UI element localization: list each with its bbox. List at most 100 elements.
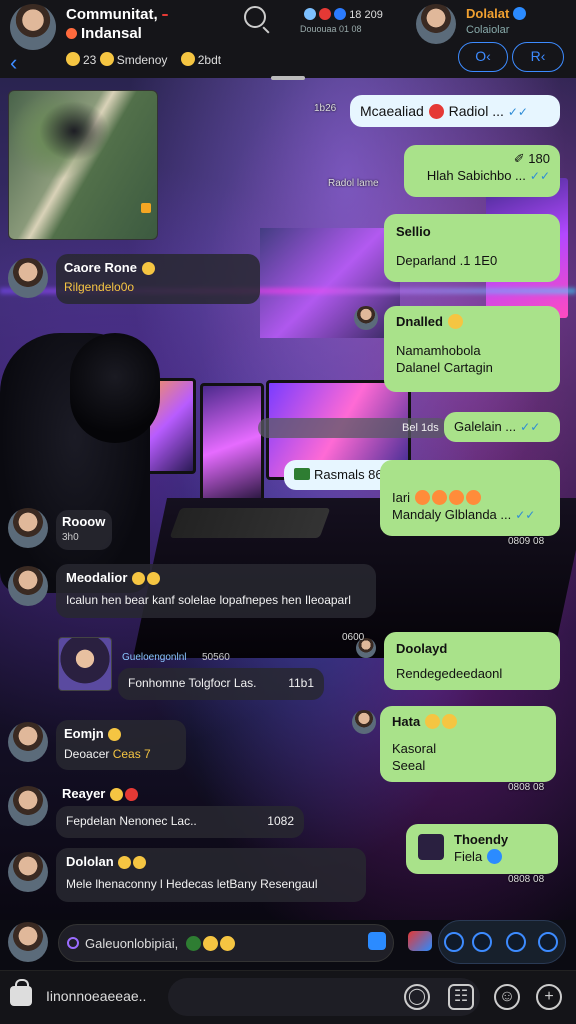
sticker-icon <box>67 937 79 949</box>
bottom-input[interactable] <box>168 978 480 1016</box>
video-button[interactable]: R‹ <box>512 42 564 72</box>
read-check-icon: ✓✓ <box>515 507 536 522</box>
message-time: Radol lame <box>328 178 379 189</box>
emoji-icon <box>447 314 463 329</box>
shared-photo-thumbnail[interactable] <box>58 637 112 691</box>
emoji-picker-icon[interactable]: ☺ <box>494 984 520 1010</box>
user-avatar[interactable] <box>8 922 48 962</box>
sender-avatar[interactable] <box>8 508 48 548</box>
sender-avatar-small <box>354 306 378 330</box>
message-time: 0600 <box>342 632 365 643</box>
record-icon[interactable]: ◯ <box>404 984 430 1010</box>
alert-icon <box>319 8 332 20</box>
emoji-icon <box>108 728 122 741</box>
robot-figure <box>39 101 109 161</box>
keyboard <box>169 508 331 538</box>
sender-avatar[interactable] <box>8 786 48 826</box>
globe-icon <box>304 8 316 20</box>
attach-icon[interactable] <box>444 932 464 952</box>
sender-avatar[interactable] <box>8 566 48 606</box>
emoji-icon <box>185 936 201 951</box>
message-bubble-outgoing[interactable]: Iari Mandaly Glblanda ... ✓✓ <box>380 460 560 536</box>
read-check-icon: ✓✓ <box>507 105 528 119</box>
emoji-icon <box>180 52 195 66</box>
call-button[interactable]: O‹ <box>458 42 508 72</box>
message-bubble-incoming[interactable]: Fonhomne Tolgfocr Las. 11b1 <box>118 668 324 700</box>
message-bubble-outgoing[interactable]: Mcaealiad Radiol ... ✓✓ <box>350 95 560 127</box>
emoji-icon <box>132 572 146 585</box>
wall-poster <box>260 228 400 338</box>
message-time: 0809 08 <box>508 536 545 547</box>
emoji-icon <box>431 490 447 505</box>
title-badge <box>161 14 168 17</box>
location-icon[interactable] <box>472 932 492 952</box>
sender-avatar-small <box>352 710 376 734</box>
gif-icon[interactable] <box>408 931 432 951</box>
chat-header: Communitat, Indansal ‹ 23 Smdenoy 2bdt 1… <box>0 0 576 80</box>
message-bubble-incoming[interactable]: Rooow 3h0 <box>56 510 112 550</box>
sender-avatar[interactable] <box>8 722 48 762</box>
group-icon <box>334 8 347 20</box>
message-bubble-outgoing[interactable]: Dnalled Namamhobola Dalanel Cartagin <box>384 306 560 392</box>
contact-name[interactable]: Dolalat <box>466 6 527 21</box>
message-bubble-incoming[interactable]: Fepdelan Nenonec Lac.. 1082 <box>56 806 304 838</box>
status-dot-icon <box>66 28 77 39</box>
emoji-icon <box>110 788 123 801</box>
sender-avatar[interactable] <box>8 852 48 892</box>
read-check-icon: ✓✓ <box>529 168 550 183</box>
emoji-icon <box>414 490 430 505</box>
back-arrow-icon[interactable]: ‹ <box>10 50 17 76</box>
emoji-icon <box>125 788 138 801</box>
message-bubble-outgoing[interactable]: ✐ 180 Hlah Sabichbo ... ✓✓ <box>404 145 560 197</box>
emoji-icon <box>219 936 235 951</box>
cash-icon <box>294 468 310 480</box>
message-bubble-outgoing[interactable]: Thoendy Fiela <box>406 824 558 874</box>
lock-icon[interactable] <box>10 979 32 1006</box>
more-icon[interactable] <box>538 932 558 952</box>
message-time: 50560 <box>202 652 230 663</box>
group-subtitle: Indansal <box>66 25 142 42</box>
heart-icon <box>428 104 444 119</box>
group-avatar[interactable] <box>10 4 56 50</box>
emoji-icon <box>141 262 155 275</box>
header-stats-sub: Dououaa 01 08 <box>300 24 362 34</box>
message-bubble-incoming[interactable]: Eomjn Deoacer Ceas 7 <box>56 720 186 770</box>
search-icon[interactable] <box>244 6 266 28</box>
poll-icon[interactable] <box>506 932 526 952</box>
camera-icon[interactable] <box>368 932 386 950</box>
emoji-icon <box>441 714 457 729</box>
emoji-icon <box>448 490 464 505</box>
message-bubble-incoming[interactable]: Meodalior Icalun hen bear kanf solelae l… <box>56 564 376 618</box>
sender-name: Reayer <box>62 786 139 801</box>
plus-icon[interactable]: + <box>536 984 562 1010</box>
emoji-icon <box>133 856 147 869</box>
message-bubble-outgoing[interactable]: Hata Kasoral Seeal <box>380 706 556 782</box>
message-bubble-incoming[interactable]: Dololan Mele lhenaconny l Hedecas letBan… <box>56 848 366 902</box>
emoji-icon <box>118 856 132 869</box>
group-title[interactable]: Communitat, <box>66 6 168 23</box>
reply-preview[interactable]: Bel 1ds <box>258 418 448 438</box>
message-bubble-incoming[interactable]: Caore Rone Rilgendelo0o <box>56 254 260 304</box>
message-time: 0808 08 <box>508 874 545 885</box>
clipboard-icon[interactable]: ☷ <box>448 984 474 1010</box>
message-bubble-outgoing[interactable]: Galelain ... ✓✓ <box>444 412 560 442</box>
person-silhouette <box>70 333 160 443</box>
contact-avatar[interactable] <box>416 4 456 44</box>
header-meta: 23 Smdenoy 2bdt <box>66 52 221 67</box>
contact-status: Colaiolar <box>466 24 510 36</box>
emoji-icon <box>465 490 481 505</box>
emoji-icon <box>99 52 114 66</box>
emoji-icon <box>424 714 440 729</box>
message-input[interactable]: Galeuonlobipiai, <box>58 924 394 962</box>
message-bubble-outgoing[interactable]: Sellio Deparland .1 1E0 <box>384 214 560 282</box>
message-bubble-outgoing[interactable]: Doolayd Rendegedeedaonl <box>384 632 560 690</box>
read-check-icon: ✓✓ <box>520 420 541 434</box>
sender-name: Gueloengonlnl <box>122 652 187 663</box>
emoji-icon <box>486 848 502 864</box>
header-stats: 18 209 <box>304 8 383 21</box>
sticker-thumbnail <box>418 834 444 860</box>
shared-image-thumbnail[interactable] <box>8 90 158 240</box>
message-time: 0808 08 <box>508 782 545 793</box>
drag-handle[interactable] <box>271 76 305 80</box>
sender-avatar[interactable] <box>8 258 48 298</box>
